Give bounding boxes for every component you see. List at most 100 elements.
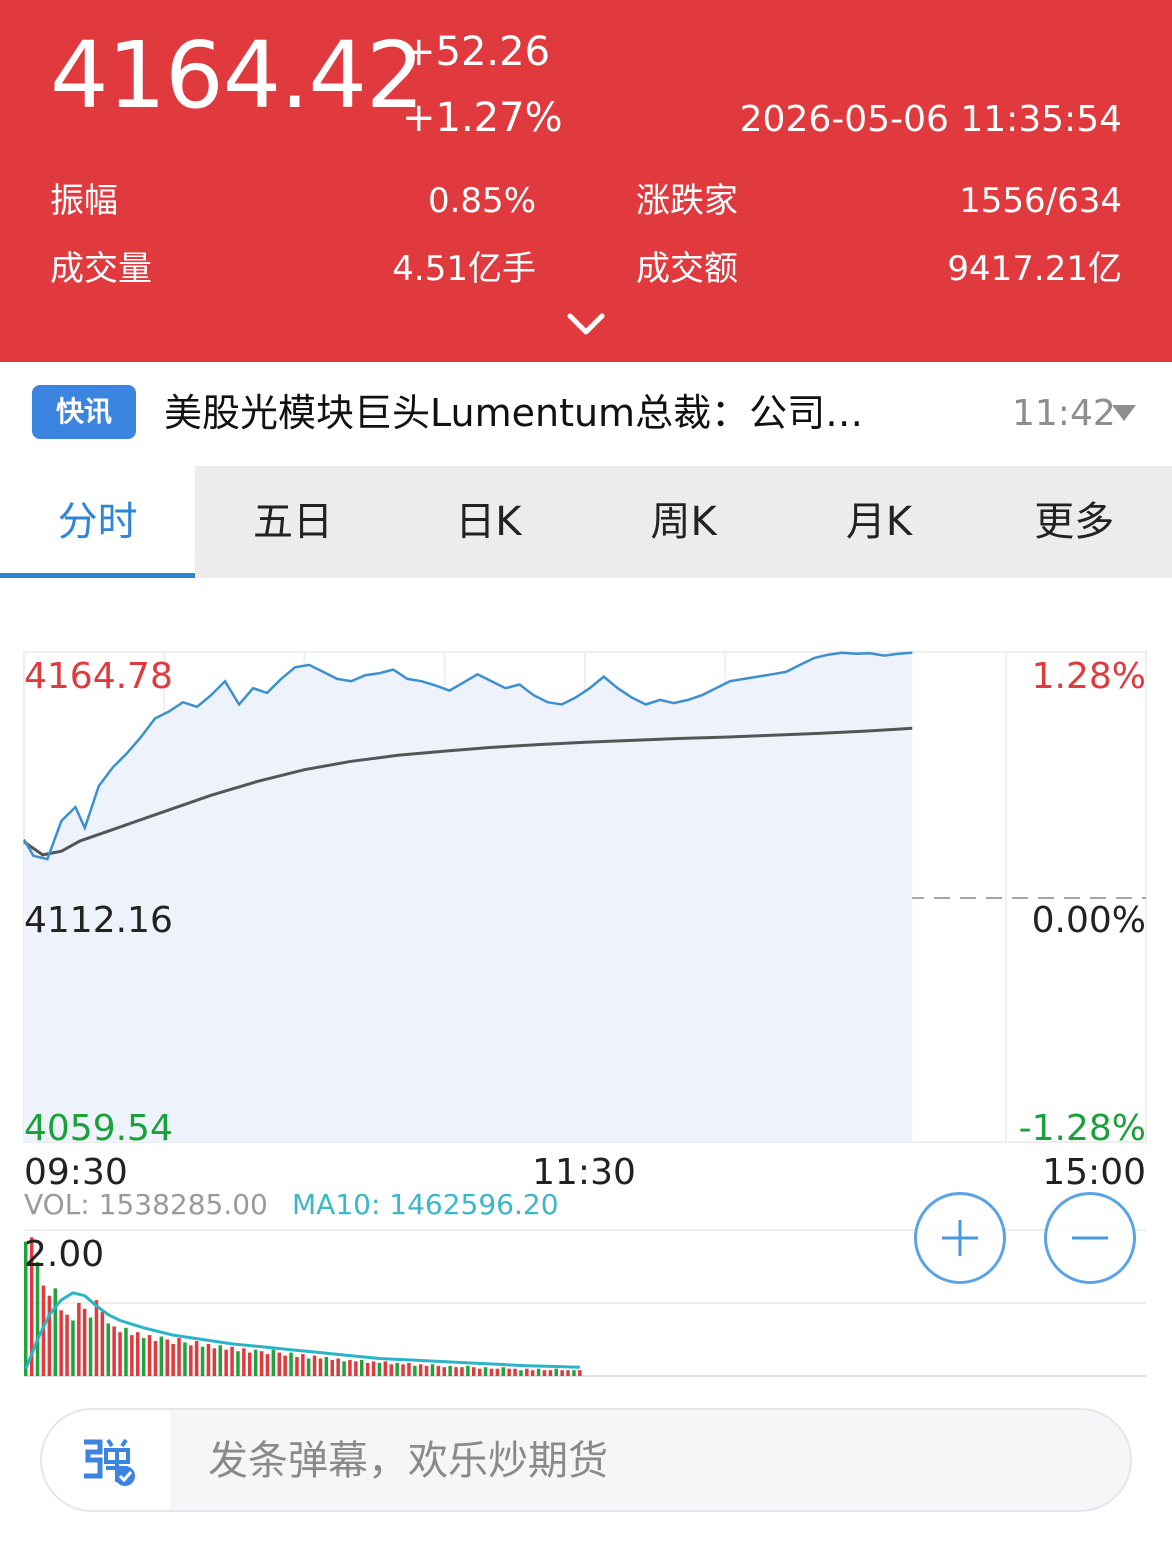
volume-bar: [47, 1295, 52, 1376]
zoom-out-button[interactable]: [1044, 1192, 1136, 1284]
volume-bar: [536, 1368, 541, 1376]
volume-bar: [289, 1352, 293, 1376]
volume-bar: [259, 1351, 264, 1376]
volume-label: VOL: 1538285.00: [24, 1188, 268, 1221]
tab-intraday[interactable]: 分时: [0, 466, 196, 578]
volume-bar: [271, 1349, 276, 1376]
volume-bar: [436, 1365, 441, 1376]
volume-bar: [507, 1368, 511, 1376]
volume-bar: [407, 1362, 411, 1376]
volume-bar: [171, 1343, 175, 1376]
volume-bar: [82, 1308, 87, 1376]
volume-bar: [525, 1368, 529, 1376]
news-headline[interactable]: 美股光模块巨头Lumentum总裁：公司…: [164, 388, 994, 438]
volume-bar: [448, 1365, 452, 1376]
volume-bar: [354, 1361, 358, 1376]
volume-bar: [489, 1368, 494, 1376]
volume-bar: [124, 1327, 128, 1376]
volume-bar: [401, 1364, 405, 1376]
volume-bar: [389, 1364, 393, 1376]
tab-monthly-k[interactable]: 月K: [781, 466, 976, 578]
time-label-close: 15:00: [1042, 1152, 1146, 1193]
volume-bar: [330, 1359, 334, 1376]
volume-bar: [336, 1358, 340, 1376]
volume-bar: [483, 1367, 488, 1376]
volume-bar: [312, 1355, 317, 1376]
danmaku-toggle[interactable]: [42, 1410, 170, 1510]
volume-bar: [365, 1362, 370, 1376]
volume-bar: [130, 1335, 134, 1376]
volume-bar: [65, 1314, 69, 1376]
chevron-down-icon[interactable]: [566, 304, 606, 344]
volume-bar: [165, 1339, 169, 1376]
price-change-percent: +1.27%: [402, 95, 563, 141]
stat-value-advance-decline: 1556/634: [959, 181, 1122, 221]
volume-bar: [218, 1345, 222, 1376]
volume-bar: [242, 1348, 246, 1376]
ma10-label: MA10: 1462596.20: [292, 1188, 559, 1221]
zoom-in-button[interactable]: [914, 1192, 1006, 1284]
volume-bar: [413, 1365, 417, 1376]
price-axis-top: 4164.78: [24, 656, 173, 697]
volume-bar: [495, 1368, 500, 1376]
volume-bar: [442, 1367, 446, 1376]
volume-bar: [371, 1361, 376, 1376]
minus-circle-icon: [1072, 1236, 1108, 1240]
stat-label-advance-decline: 涨跌家: [636, 181, 738, 221]
volume-bar: [35, 1262, 40, 1376]
volume-bar: [136, 1332, 140, 1376]
volume-bar: [395, 1362, 399, 1376]
time-label-midday: 11:30: [532, 1152, 636, 1193]
stat-value-amplitude: 0.85%: [427, 181, 536, 221]
volume-bar: [253, 1349, 258, 1376]
volume-bar: [548, 1370, 553, 1376]
volume-bar: [501, 1367, 505, 1376]
stat-label-turnover: 成交额: [636, 249, 738, 289]
volume-bar: [360, 1359, 364, 1376]
volume-bar: [306, 1358, 311, 1376]
volume-bar: [236, 1351, 240, 1376]
volume-bar: [383, 1361, 388, 1376]
volume-bar: [147, 1335, 152, 1376]
stat-label-volume: 成交量: [50, 249, 152, 289]
caret-down-icon[interactable]: [1110, 403, 1138, 423]
volume-bar: [153, 1341, 158, 1376]
tab-more[interactable]: 更多: [977, 466, 1172, 578]
volume-bar: [466, 1365, 470, 1376]
period-tabs: 分时 五日 日K 周K 月K 更多: [0, 466, 1172, 578]
pct-axis-top: 1.28%: [1032, 656, 1146, 697]
price-axis-bottom: 4059.54: [24, 1108, 173, 1149]
volume-bar: [554, 1368, 558, 1376]
tab-five-day[interactable]: 五日: [195, 466, 390, 578]
stat-label-amplitude: 振幅: [50, 181, 118, 221]
volume-bar: [230, 1346, 234, 1376]
danmaku-bar: [40, 1408, 1132, 1512]
current-price: 4164.42: [50, 22, 424, 129]
volume-bar: [59, 1310, 63, 1376]
volume-bar: [560, 1370, 564, 1376]
volume-bar: [542, 1370, 547, 1376]
danmaku-input[interactable]: [206, 1428, 1090, 1494]
volume-bar: [530, 1370, 535, 1376]
price-change: +52.26: [402, 29, 551, 75]
volume-bar: [159, 1336, 164, 1376]
volume-bar: [194, 1341, 199, 1376]
volume-bar: [112, 1326, 116, 1376]
time-label-open: 09:30: [24, 1152, 128, 1193]
volume-bar: [460, 1367, 464, 1376]
volume-bar: [224, 1349, 228, 1376]
volume-bar: [572, 1370, 576, 1376]
pct-axis-bottom: -1.28%: [1019, 1108, 1146, 1149]
stat-value-volume: 4.51亿手: [392, 249, 536, 289]
tab-weekly-k[interactable]: 周K: [586, 466, 781, 578]
volume-bar: [88, 1317, 93, 1376]
tab-daily-k[interactable]: 日K: [391, 466, 586, 578]
volume-bar: [141, 1338, 146, 1376]
volume-bar: [106, 1323, 110, 1376]
quote-header[interactable]: 4164.42 +52.26 +1.27% 2026-05-06 11:35:5…: [0, 0, 1172, 362]
news-time: 11:42: [1012, 393, 1116, 434]
volume-bar: [177, 1338, 181, 1376]
news-badge: 快讯: [32, 385, 136, 439]
volume-bar: [578, 1370, 582, 1376]
quote-datetime: 2026-05-06 11:35:54: [739, 99, 1122, 140]
